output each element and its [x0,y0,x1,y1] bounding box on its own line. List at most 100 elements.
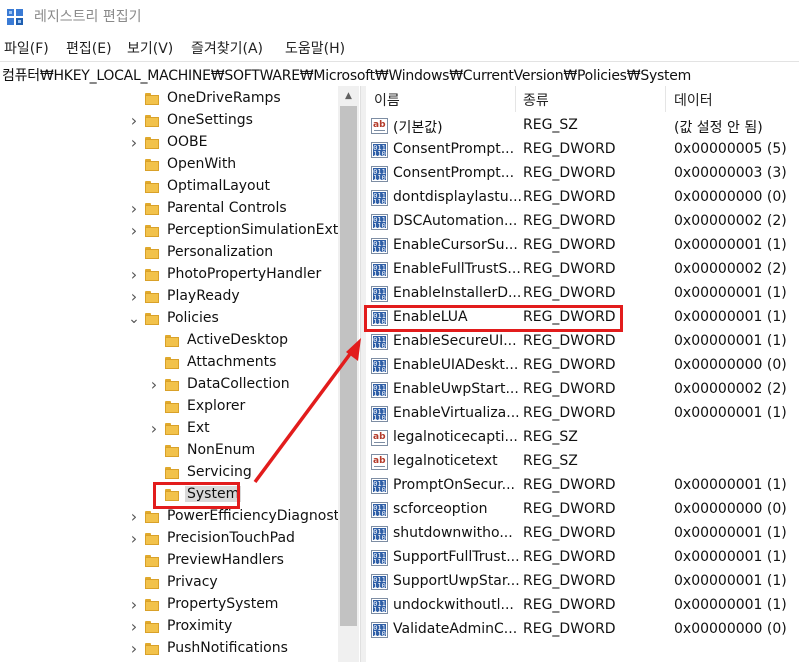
value-row[interactable]: 011 110 EnableUwpStart... REG_DWORD 0x000000… [366,378,799,402]
chevron-right-icon[interactable]: › [127,597,141,613]
folder-icon [145,181,159,193]
scroll-up-arrow-icon[interactable]: ▲ [338,86,359,106]
value-row[interactable]: ab legalnoticecapti... REG_SZ [366,426,799,450]
binary-value-icon: 011 110 [371,310,388,326]
tree-scrollbar[interactable]: ▲ [338,86,359,662]
chevron-right-icon[interactable]: › [127,509,141,525]
binary-value-icon: 011 110 [371,550,388,566]
tree-item[interactable]: ActiveDesktop [0,330,340,352]
menu-help[interactable]: 도움말(H) [285,38,345,58]
tree-item[interactable]: PreviewHandlers [0,550,340,572]
value-name: PromptOnSecur... [393,477,516,493]
value-row[interactable]: 011 110 SupportFullTrust... REG_DWORD 0x0000… [366,546,799,570]
column-header-type[interactable]: 종류 [523,90,549,110]
tree-item[interactable]: Servicing [0,462,340,484]
value-row[interactable]: 011 110 dontdisplaylastu... REG_DWORD 0x0000… [366,186,799,210]
tree-item[interactable]: › PlayReady [0,286,340,308]
chevron-right-icon[interactable]: › [127,113,141,129]
tree-item[interactable]: › Proximity [0,616,340,638]
value-row[interactable]: 011 110 scforceoption REG_DWORD 0x00000000 (… [366,498,799,522]
tree-item[interactable]: Personalization [0,242,340,264]
column-divider[interactable] [665,86,666,112]
tree-item-label: PrecisionTouchPad [167,530,295,546]
value-row[interactable]: 011 110 ValidateAdminC... REG_DWORD 0x000000… [366,618,799,642]
folder-icon [145,159,159,171]
value-row[interactable]: 011 110 EnableUIADeskt... REG_DWORD 0x000000… [366,354,799,378]
value-row[interactable]: 011 110 EnableLUA REG_DWORD 0x00000001 (1) [366,306,799,330]
value-row[interactable]: 011 110 SupportUwpStar... REG_DWORD 0x000000… [366,570,799,594]
chevron-right-icon[interactable]: › [127,619,141,635]
chevron-right-icon[interactable]: › [147,377,161,393]
value-row[interactable]: 011 110 EnableInstallerD... REG_DWORD 0x0000… [366,282,799,306]
tree-item[interactable]: NonEnum [0,440,340,462]
chevron-right-icon[interactable]: › [127,223,141,239]
tree-item[interactable]: OpenWith [0,154,340,176]
value-row[interactable]: ab legalnoticetext REG_SZ [366,450,799,474]
binary-value-icon: 011 110 [371,622,388,638]
tree-item[interactable]: › OOBE [0,132,340,154]
menu-file[interactable]: 파일(F) [4,38,49,58]
value-row[interactable]: 011 110 ConsentPrompt... REG_DWORD 0x0000000… [366,162,799,186]
tree-item[interactable]: › PropertySystem [0,594,340,616]
chevron-right-icon[interactable]: › [127,201,141,217]
column-header-data[interactable]: 데이터 [674,90,713,110]
tree-item[interactable]: OptimalLayout [0,176,340,198]
chevron-right-icon[interactable]: › [127,531,141,547]
tree-item-label: OneSettings [167,112,253,128]
value-row[interactable]: 011 110 undockwithoutl... REG_DWORD 0x000000… [366,594,799,618]
menu-view[interactable]: 보기(V) [127,38,173,58]
values-list[interactable]: 이름 종류 데이터 ab (기본값) REG_SZ (값 설정 안 됨) 011 110 C… [366,86,799,662]
chevron-down-icon[interactable]: ⌄ [127,311,141,327]
tree-item[interactable]: OneDriveRamps [0,88,340,110]
binary-value-icon: 011 110 [371,262,388,278]
menu-edit[interactable]: 편집(E) [66,38,112,58]
chevron-right-icon[interactable]: › [127,289,141,305]
value-row[interactable]: 011 110 PromptOnSecur... REG_DWORD 0x0000000… [366,474,799,498]
tree-item[interactable]: Attachments [0,352,340,374]
tree-item[interactable]: › PhotoPropertyHandler [0,264,340,286]
tree-item[interactable]: ⌄ Policies [0,308,340,330]
chevron-right-icon[interactable]: › [127,267,141,283]
key-tree[interactable]: OneDriveRamps › OneSettings › OOBE OpenWith Op… [0,86,360,662]
address-bar[interactable]: 컴퓨터₩HKEY_LOCAL_MACHINE₩SOFTWARE₩Microsof… [0,61,799,87]
chevron-right-icon[interactable]: › [127,135,141,151]
tree-item-label: Explorer [187,398,246,414]
tree-item[interactable]: › Parental Controls [0,198,340,220]
address-path[interactable]: 컴퓨터₩HKEY_LOCAL_MACHINE₩SOFTWARE₩Microsof… [2,65,691,85]
column-header-name[interactable]: 이름 [374,90,400,110]
tree-item[interactable]: › PrecisionTouchPad [0,528,340,550]
value-data: 0x00000001 (1) [674,309,787,325]
tree-item-label: Attachments [187,354,277,370]
value-data: 0x00000002 (2) [674,261,787,277]
chevron-right-icon[interactable]: › [147,421,161,437]
tree-item[interactable]: › PushNotifications [0,638,340,660]
value-row[interactable]: 011 110 shutdownwitho... REG_DWORD 0x0000000… [366,522,799,546]
tree-item[interactable]: › OneSettings [0,110,340,132]
value-row[interactable]: 011 110 EnableFullTrustS... REG_DWORD 0x0000… [366,258,799,282]
string-value-icon: ab [371,430,388,446]
tree-item-label: Privacy [167,574,218,590]
scroll-thumb[interactable] [340,106,357,626]
value-row[interactable]: ab (기본값) REG_SZ (값 설정 안 됨) [366,114,799,138]
chevron-right-icon[interactable]: › [127,641,141,657]
tree-item[interactable]: › PowerEfficiencyDiagnosti [0,506,344,528]
value-row[interactable]: 011 110 ConsentPrompt... REG_DWORD 0x0000000… [366,138,799,162]
tree-item[interactable]: › DataCollection [0,374,340,396]
value-type: REG_DWORD [523,141,616,157]
column-divider[interactable] [515,86,516,112]
tree-item-label: PowerEfficiencyDiagnosti [167,508,344,524]
tree-item[interactable]: Explorer [0,396,340,418]
menu-favorites[interactable]: 즐겨찾기(A) [191,38,263,58]
value-row[interactable]: 011 110 EnableVirtualiza... REG_DWORD 0x0000… [366,402,799,426]
tree-item[interactable]: System [0,484,340,506]
value-row[interactable]: 011 110 EnableSecureUI... REG_DWORD 0x000000… [366,330,799,354]
tree-item[interactable]: › Ext [0,418,340,440]
value-row[interactable]: 011 110 EnableCursorSu... REG_DWORD 0x000000… [366,234,799,258]
tree-item-label: DataCollection [187,376,290,392]
tree-item[interactable]: › PerceptionSimulationExte [0,220,347,242]
value-row[interactable]: 011 110 DSCAutomation... REG_DWORD 0x0000000… [366,210,799,234]
tree-item[interactable]: Privacy [0,572,340,594]
value-name: undockwithoutl... [393,597,514,613]
tree-item-label: OOBE [167,134,208,150]
